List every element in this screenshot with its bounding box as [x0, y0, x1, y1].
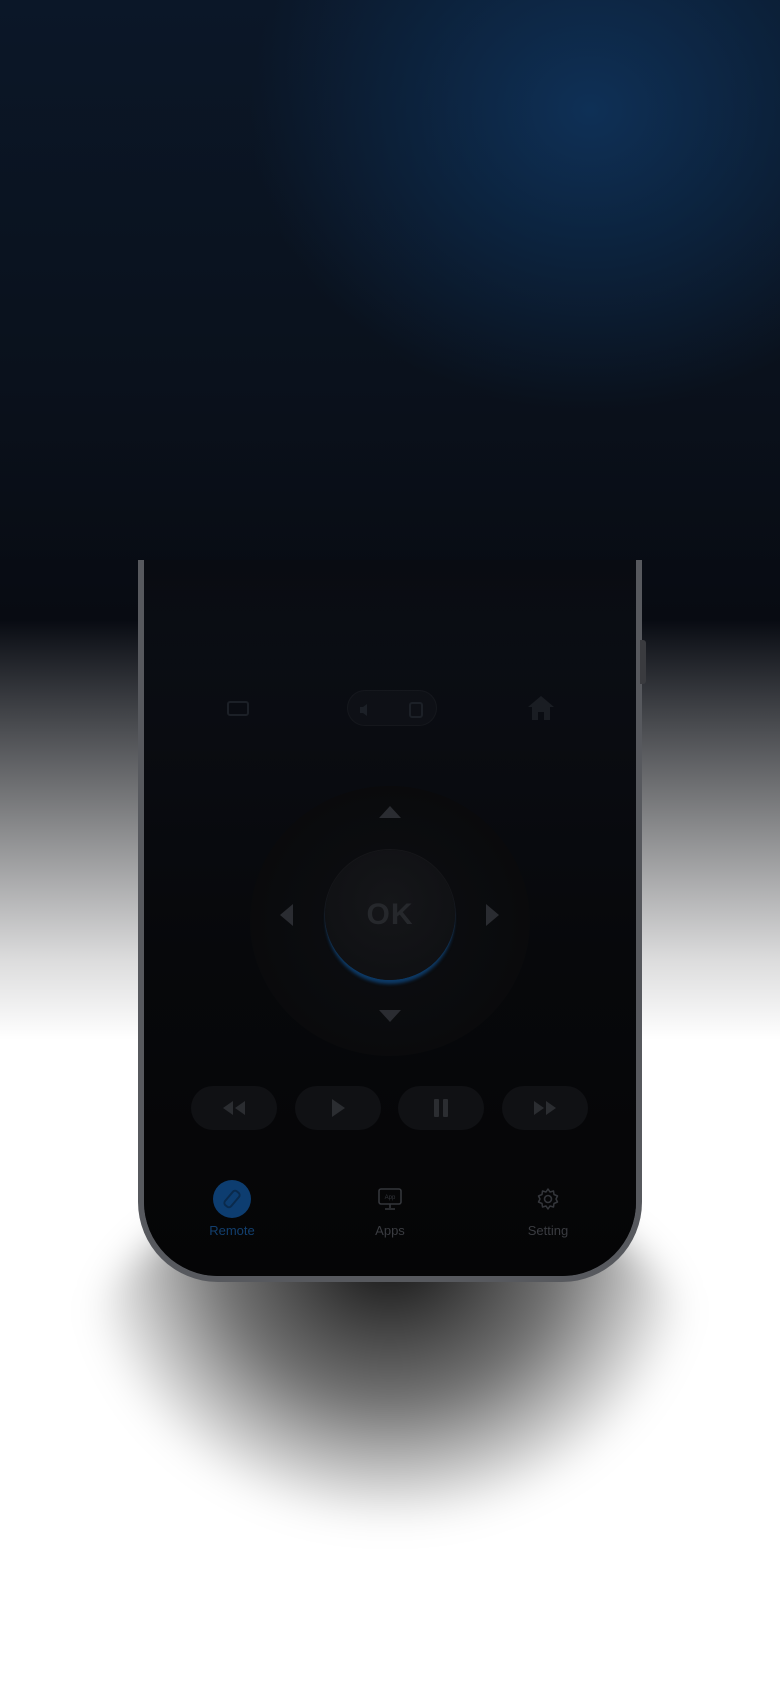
dpad-up-button[interactable] — [379, 806, 401, 818]
tab-remote[interactable]: Remote — [177, 1180, 287, 1240]
mute-icon[interactable] — [358, 700, 372, 722]
svg-text:App: App — [385, 1195, 396, 1201]
play-button[interactable] — [295, 1086, 381, 1130]
dpad-left-button[interactable] — [280, 904, 293, 926]
play-icon — [332, 1099, 345, 1117]
top-controls-row — [0, 690, 780, 734]
input-source-icon[interactable] — [226, 700, 250, 722]
ok-button[interactable]: OK — [325, 850, 455, 980]
dpad-right-button[interactable] — [486, 904, 499, 926]
home-icon[interactable] — [526, 694, 556, 726]
rewind-button[interactable] — [191, 1086, 277, 1130]
remote-icon — [213, 1180, 251, 1218]
gear-icon — [529, 1180, 567, 1218]
tab-apps-label: Apps — [375, 1223, 405, 1238]
fast-forward-button[interactable] — [502, 1086, 588, 1130]
dpad-down-button[interactable] — [379, 1010, 401, 1022]
apps-icon: App — [371, 1180, 409, 1218]
tab-apps[interactable]: App Apps — [335, 1180, 445, 1240]
ok-label: OK — [366, 898, 414, 931]
tab-setting[interactable]: Setting — [493, 1180, 603, 1240]
tab-remote-label: Remote — [209, 1223, 255, 1238]
screen-fade — [144, 560, 636, 700]
pause-icon — [434, 1099, 448, 1117]
pause-button[interactable] — [398, 1086, 484, 1130]
fast-forward-icon — [534, 1101, 556, 1115]
phone-side-button — [640, 640, 646, 684]
screen-icon[interactable] — [408, 700, 424, 722]
tab-setting-label: Setting — [527, 1223, 569, 1238]
rewind-icon — [223, 1101, 245, 1115]
